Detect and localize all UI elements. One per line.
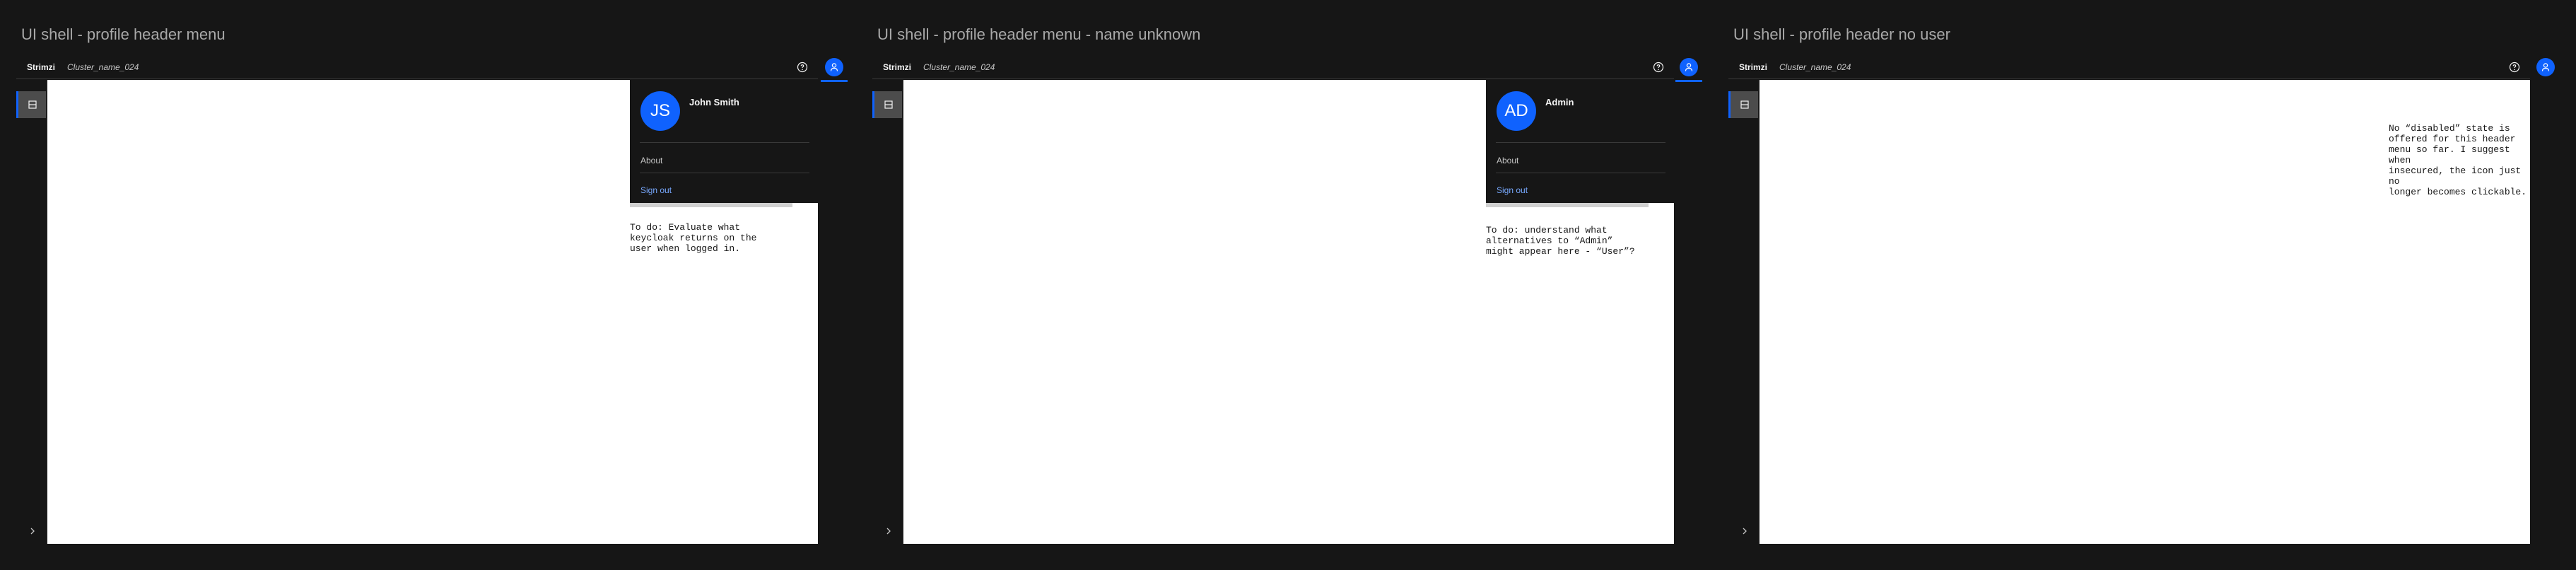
- annotation-note: To do: Evaluate what keycloak returns on…: [630, 222, 757, 254]
- help-button[interactable]: [1646, 55, 1670, 79]
- menu-item-about[interactable]: About: [1497, 156, 1518, 165]
- menu-shadow: [1486, 203, 1649, 207]
- user-avatar-icon: [825, 58, 843, 76]
- side-nav: [1728, 80, 1760, 544]
- side-nav: [16, 80, 47, 544]
- nav-item-cluster[interactable]: [16, 91, 46, 118]
- annotation-note: No “disabled” state is offered for this …: [2389, 123, 2527, 197]
- profile-button: [2532, 54, 2559, 81]
- help-icon: [1653, 62, 1664, 73]
- server-icon: [884, 100, 893, 109]
- frame-title: UI shell - profile header no user: [1733, 25, 1950, 43]
- frame-profile-header-menu: UI shell - profile header menu Strimzi C…: [16, 0, 848, 570]
- server-icon: [1740, 100, 1749, 109]
- profile-button[interactable]: [821, 54, 848, 82]
- user-avatar: AD: [1497, 91, 1536, 131]
- frame-profile-header-no-user: UI shell - profile header no user Strimz…: [1728, 0, 2555, 570]
- chevron-right-icon[interactable]: [884, 527, 893, 535]
- side-nav: [872, 80, 903, 544]
- frame-title: UI shell - profile header menu: [21, 25, 226, 43]
- header: Strimzi Cluster_name_024: [16, 55, 818, 79]
- user-avatar-icon: [2536, 58, 2555, 76]
- brand-name[interactable]: Strimzi: [883, 62, 911, 72]
- chevron-right-icon[interactable]: [1740, 527, 1749, 535]
- menu-item-about[interactable]: About: [640, 156, 662, 165]
- profile-menu: JS John Smith About Sign out: [630, 80, 818, 203]
- header: Strimzi Cluster_name_024: [1728, 55, 2530, 79]
- frame-title: UI shell - profile header menu - name un…: [877, 25, 1201, 43]
- brand-name[interactable]: Strimzi: [1739, 62, 1767, 72]
- help-icon: [2509, 62, 2520, 73]
- frame-profile-header-menu-name-unknown: UI shell - profile header menu - name un…: [872, 0, 1702, 570]
- cluster-name: Cluster_name_024: [923, 62, 995, 72]
- user-name: John Smith: [689, 97, 739, 107]
- menu-item-sign-out[interactable]: Sign out: [1497, 185, 1528, 195]
- profile-menu: AD Admin About Sign out: [1486, 80, 1674, 203]
- user-name: Admin: [1545, 97, 1574, 107]
- divider: [640, 142, 809, 143]
- nav-item-cluster[interactable]: [872, 91, 902, 118]
- menu-shadow: [630, 203, 792, 207]
- user-avatar: JS: [640, 91, 680, 131]
- help-icon: [797, 62, 808, 73]
- help-button[interactable]: [790, 55, 814, 79]
- divider: [1496, 142, 1665, 143]
- nav-item-cluster[interactable]: [1728, 91, 1758, 118]
- chevron-right-icon[interactable]: [28, 527, 37, 535]
- cluster-name: Cluster_name_024: [1779, 62, 1851, 72]
- user-avatar-icon: [1680, 58, 1698, 76]
- help-button[interactable]: [2502, 55, 2527, 79]
- menu-item-sign-out[interactable]: Sign out: [640, 185, 672, 195]
- annotation-note: To do: understand what alternatives to “…: [1486, 225, 1635, 257]
- header: Strimzi Cluster_name_024: [872, 55, 1674, 79]
- cluster-name: Cluster_name_024: [67, 62, 139, 72]
- server-icon: [28, 100, 37, 109]
- brand-name[interactable]: Strimzi: [27, 62, 55, 72]
- profile-button[interactable]: [1675, 54, 1702, 82]
